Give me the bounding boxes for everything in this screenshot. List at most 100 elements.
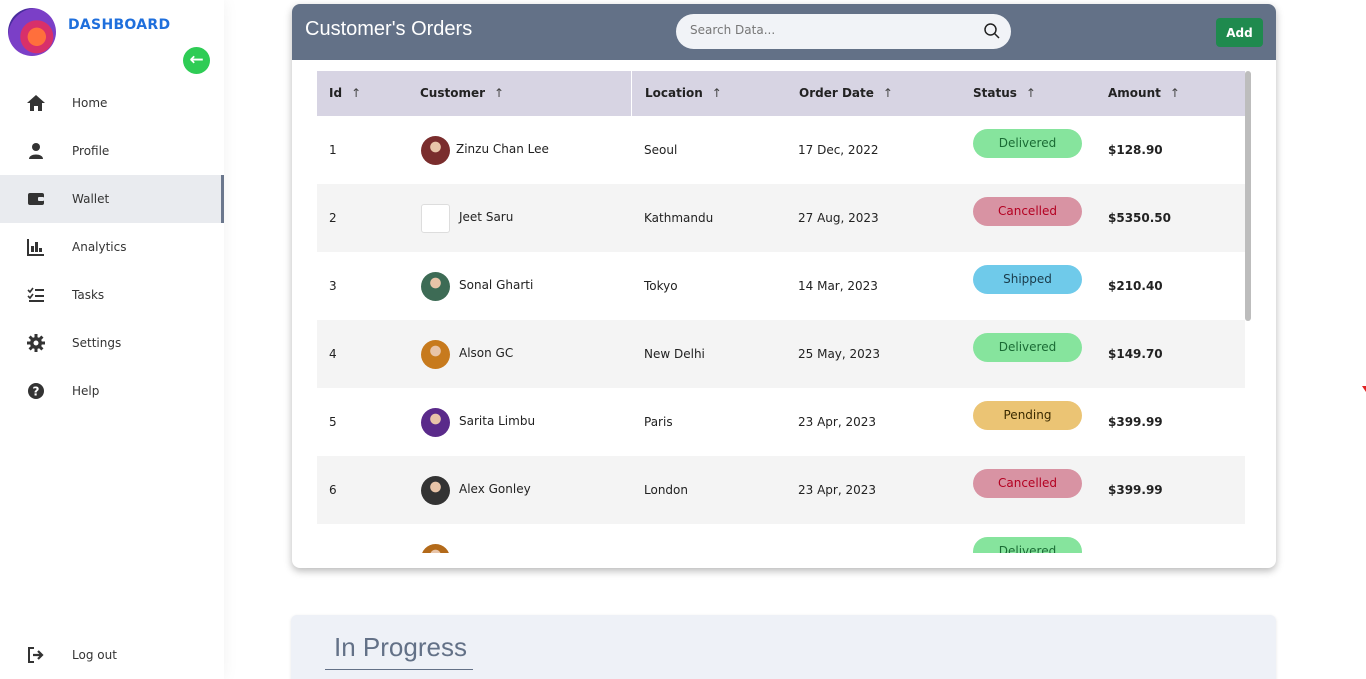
- app-logo: [8, 8, 56, 56]
- column-header-location[interactable]: Location ↑: [645, 86, 722, 100]
- sidebar: DASHBOARD ← Home Profile Wallet Analytic…: [0, 0, 224, 679]
- column-header-label: Location: [645, 86, 703, 100]
- status-badge: Pending: [973, 401, 1082, 430]
- cell-order-date: 27 Aug, 2023: [798, 211, 879, 225]
- tasks-icon: [26, 285, 46, 305]
- cell-location: Paris: [644, 415, 673, 429]
- search-icon[interactable]: [983, 22, 1001, 40]
- table-row[interactable]: Delivered: [317, 524, 1245, 553]
- cell-customer: Alson GC: [459, 346, 514, 360]
- cell-order-date: 14 Mar, 2023: [798, 279, 878, 293]
- column-divider: [631, 71, 632, 116]
- sidebar-item-wallet[interactable]: Wallet: [0, 175, 224, 223]
- column-header-amount[interactable]: Amount ↑: [1108, 86, 1180, 100]
- cell-amount: $5350.50: [1108, 211, 1172, 225]
- table-row[interactable]: 6 Alex Gonley London 23 Apr, 2023 Cancelled $…: [317, 456, 1245, 524]
- sidebar-nav: Home Profile Wallet Analytics Tasks Sett…: [0, 79, 224, 415]
- sidebar-item-analytics[interactable]: Analytics: [0, 223, 224, 271]
- add-button[interactable]: Add: [1216, 18, 1263, 47]
- table-header: Id ↑ Customer ↑ Location ↑ Order Date ↑ Stat…: [317, 71, 1245, 116]
- column-header-label: Customer: [420, 86, 486, 100]
- cell-id: 3: [329, 279, 337, 293]
- table-scrollbar[interactable]: [1245, 71, 1251, 321]
- cell-order-date: 17 Dec, 2022: [798, 143, 879, 157]
- cell-order-date: 23 Apr, 2023: [798, 415, 877, 429]
- sidebar-item-label: Settings: [72, 336, 122, 350]
- status-badge: Delivered: [973, 129, 1082, 158]
- cell-location: London: [644, 483, 688, 497]
- home-icon: [26, 93, 46, 113]
- wallet-icon: [26, 189, 46, 209]
- avatar: [421, 272, 450, 301]
- table-row[interactable]: 4 Alson GC New Delhi 25 May, 2023 Delivered $…: [317, 320, 1245, 388]
- sort-arrow-icon: ↑: [1169, 86, 1180, 100]
- status-badge: Delivered: [973, 333, 1082, 362]
- status-badge: Cancelled: [973, 197, 1082, 226]
- logout-label: Log out: [72, 648, 117, 662]
- table-row[interactable]: 5 Sarita Limbu Paris 23 Apr, 2023 Pending $39…: [317, 388, 1245, 456]
- table-row[interactable]: 2 Jeet Saru Kathmandu 27 Aug, 2023 Cancelled…: [317, 184, 1245, 252]
- in-progress-card: In Progress: [291, 615, 1276, 679]
- svg-text:?: ?: [33, 385, 40, 399]
- cell-order-date: 23 Apr, 2023: [798, 483, 877, 497]
- cell-location: Kathmandu: [644, 211, 714, 225]
- sidebar-item-label: Tasks: [72, 288, 105, 302]
- status-badge: Shipped: [973, 265, 1082, 294]
- cell-order-date: 25 May, 2023: [798, 347, 881, 361]
- sidebar-item-label: Analytics: [72, 240, 127, 254]
- column-header-label: Status: [973, 86, 1017, 100]
- collapse-sidebar-button[interactable]: ←: [183, 47, 210, 74]
- gear-icon: [26, 333, 46, 353]
- brand-title: DASHBOARD: [68, 17, 171, 33]
- logout-button[interactable]: Log out: [0, 631, 224, 679]
- orders-table: Id ↑ Customer ↑ Location ↑ Order Date ↑ Stat…: [317, 71, 1252, 553]
- sidebar-item-help[interactable]: ? Help: [0, 367, 224, 415]
- cell-location: Tokyo: [644, 279, 678, 293]
- column-header-id[interactable]: Id ↑: [329, 86, 361, 100]
- sidebar-item-label: Home: [72, 96, 108, 110]
- sidebar-item-profile[interactable]: Profile: [0, 127, 224, 175]
- sort-arrow-icon: ↑: [351, 86, 362, 100]
- cell-amount: $149.70: [1108, 347, 1163, 361]
- sidebar-item-label: Profile: [72, 144, 110, 158]
- cursor-marker: [1362, 386, 1366, 392]
- cell-id: 2: [329, 211, 337, 225]
- column-header-status[interactable]: Status ↑: [973, 86, 1036, 100]
- avatar: [421, 340, 450, 369]
- cell-customer: Jeet Saru: [459, 210, 514, 224]
- sort-arrow-icon: ↑: [494, 86, 505, 100]
- sidebar-item-home[interactable]: Home: [0, 79, 224, 127]
- chart-icon: [26, 237, 46, 257]
- sidebar-item-tasks[interactable]: Tasks: [0, 271, 224, 319]
- orders-card: Customer's Orders Add Id ↑ Customer ↑ Loca…: [292, 4, 1276, 568]
- sidebar-item-label: Help: [72, 384, 100, 398]
- help-icon: ?: [26, 381, 46, 401]
- cell-id: 6: [329, 483, 337, 497]
- sort-arrow-icon: ↑: [882, 86, 893, 100]
- table-row[interactable]: 1 Zinzu Chan Lee Seoul 17 Dec, 2022 Delivere…: [317, 116, 1245, 184]
- arrow-left-icon: ←: [189, 50, 204, 70]
- search-input[interactable]: [690, 23, 970, 37]
- cell-amount: $128.90: [1108, 143, 1163, 157]
- column-header-label: Order Date: [799, 86, 874, 100]
- column-header-customer[interactable]: Customer ↑: [420, 86, 504, 100]
- status-badge: Delivered: [973, 537, 1082, 553]
- sort-arrow-icon: ↑: [1025, 86, 1036, 100]
- avatar: [421, 136, 450, 165]
- user-icon: [26, 141, 46, 161]
- cell-amount: $210.40: [1108, 279, 1163, 293]
- table-row[interactable]: 3 Sonal Gharti Tokyo 14 Mar, 2023 Shipped $21…: [317, 252, 1245, 320]
- cell-customer: Alex Gonley: [459, 482, 531, 496]
- column-header-order-date[interactable]: Order Date ↑: [799, 86, 893, 100]
- column-header-label: Id: [329, 86, 343, 100]
- cell-id: 1: [329, 143, 337, 157]
- cell-location: Seoul: [644, 143, 678, 157]
- sidebar-item-label: Wallet: [72, 192, 110, 206]
- column-header-label: Amount: [1108, 86, 1161, 100]
- avatar: [421, 476, 450, 505]
- cell-amount: $399.99: [1108, 483, 1163, 497]
- title-underline: [325, 669, 473, 670]
- sidebar-item-settings[interactable]: Settings: [0, 319, 224, 367]
- avatar: [421, 544, 450, 553]
- cell-customer: Sonal Gharti: [459, 278, 534, 292]
